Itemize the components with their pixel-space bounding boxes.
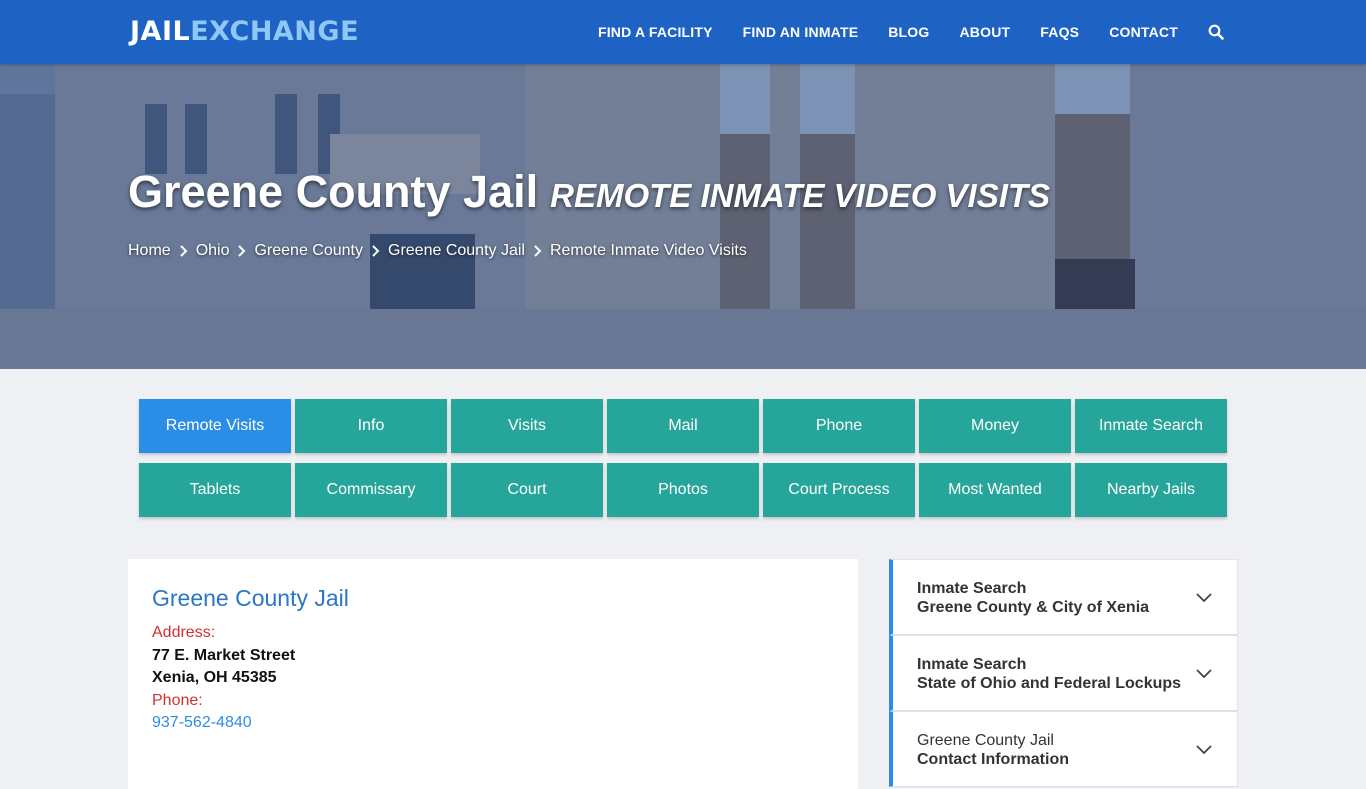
btn-money[interactable]: Money: [919, 399, 1071, 453]
facility-info-card: Greene County Jail Address: 77 E. Market…: [128, 559, 858, 789]
page-title-subtitle: REMOTE INMATE VIDEO VISITS: [550, 177, 1051, 214]
site-logo[interactable]: JAILEXCHANGE: [130, 16, 359, 48]
btn-nearby-jails[interactable]: Nearby Jails: [1075, 463, 1227, 517]
btn-court[interactable]: Court: [451, 463, 603, 517]
address-label: Address:: [152, 624, 216, 641]
chevron-right-icon: [372, 245, 380, 257]
breadcrumb-home[interactable]: Home: [128, 242, 171, 260]
btn-visits[interactable]: Visits: [451, 399, 603, 453]
btn-info[interactable]: Info: [295, 399, 447, 453]
accordion-contact-info[interactable]: Greene County Jail Contact Information: [889, 711, 1238, 787]
page-title: Greene County Jail REMOTE INMATE VIDEO VI…: [128, 166, 1050, 218]
accordion-title: Inmate Search: [917, 656, 1027, 673]
chevron-right-icon: [534, 245, 542, 257]
accordion-subtitle: State of Ohio and Federal Lockups: [917, 675, 1182, 692]
nav-find-facility[interactable]: FIND A FACILITY: [598, 24, 713, 40]
btn-mail[interactable]: Mail: [607, 399, 759, 453]
accordion-title: Greene County Jail: [917, 732, 1054, 749]
breadcrumb: Home Ohio Greene County Greene County Ja…: [128, 242, 747, 260]
breadcrumb-current: Remote Inmate Video Visits: [549, 242, 747, 259]
btn-commissary[interactable]: Commissary: [295, 463, 447, 517]
top-navbar: JAILEXCHANGE FIND A FACILITY FIND AN INM…: [0, 0, 1366, 64]
logo-part-exchange: EXCHANGE: [190, 16, 360, 47]
btn-court-process[interactable]: Court Process: [763, 463, 915, 517]
accordion-subtitle: Greene County & City of Xenia: [917, 599, 1150, 616]
phone-link[interactable]: 937-562-4840: [152, 714, 252, 732]
nav-find-inmate[interactable]: FIND AN INMATE: [743, 24, 859, 40]
nav-about[interactable]: ABOUT: [960, 24, 1011, 40]
logo-part-jail: JAIL: [130, 16, 191, 47]
nav-blog[interactable]: BLOG: [888, 24, 929, 40]
chevron-down-icon[interactable]: [1195, 591, 1213, 603]
chevron-down-icon[interactable]: [1195, 743, 1213, 755]
accordion-inmate-search-state[interactable]: Inmate Search State of Ohio and Federal …: [889, 635, 1238, 711]
address-street: 77 E. Market Street: [152, 647, 296, 664]
accordion-title: Inmate Search: [917, 580, 1027, 597]
btn-phone[interactable]: Phone: [763, 399, 915, 453]
btn-inmate-search[interactable]: Inmate Search: [1075, 399, 1227, 453]
breadcrumb-greene-county[interactable]: Greene County: [254, 242, 363, 260]
phone-label: Phone:: [152, 692, 203, 709]
page-title-main: Greene County Jail: [128, 166, 539, 217]
btn-photos[interactable]: Photos: [607, 463, 759, 517]
hero-banner: Greene County Jail REMOTE INMATE VIDEO VI…: [0, 64, 1366, 369]
nav-contact[interactable]: CONTACT: [1109, 24, 1178, 40]
chevron-down-icon[interactable]: [1195, 667, 1213, 679]
accordion-subtitle: Contact Information: [917, 751, 1069, 768]
search-icon[interactable]: [1208, 24, 1224, 40]
main-nav: FIND A FACILITY FIND AN INMATE BLOG ABOU…: [568, 0, 1224, 64]
btn-remote-visits[interactable]: Remote Visits: [139, 399, 291, 453]
nav-faqs[interactable]: FAQs: [1040, 24, 1079, 40]
address-city: Xenia, OH 45385: [152, 669, 277, 686]
chevron-right-icon: [238, 245, 246, 257]
facility-button-grid: Remote Visits Info Visits Mail Phone Mon…: [139, 399, 1229, 517]
btn-tablets[interactable]: Tablets: [139, 463, 291, 517]
breadcrumb-ohio[interactable]: Ohio: [196, 242, 230, 260]
chevron-right-icon: [179, 245, 188, 257]
accordion-inmate-search-county[interactable]: Inmate Search Greene County & City of Xe…: [889, 559, 1238, 635]
breadcrumb-greene-county-jail[interactable]: Greene County Jail: [388, 242, 525, 260]
btn-most-wanted[interactable]: Most Wanted: [919, 463, 1071, 517]
facility-name[interactable]: Greene County Jail: [152, 585, 349, 612]
sidebar: Inmate Search Greene County & City of Xe…: [889, 559, 1238, 787]
